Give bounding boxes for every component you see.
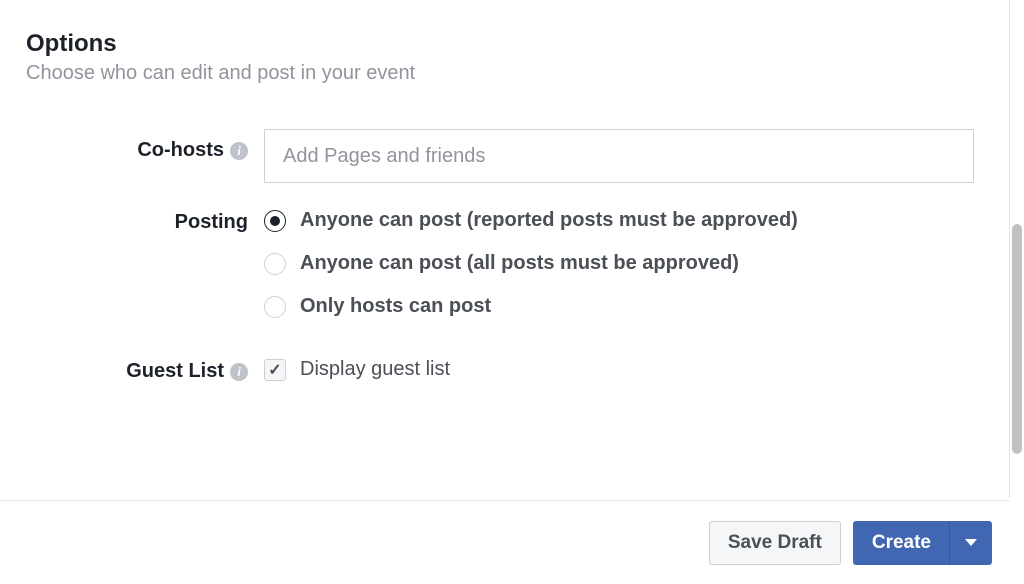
guestlist-label-col: Guest List i — [26, 358, 264, 383]
radio-label: Anyone can post (all posts must be appro… — [300, 252, 739, 275]
footer-bar: Save Draft Create — [0, 500, 1010, 584]
info-icon[interactable]: i — [230, 142, 248, 160]
posting-options: Anyone can post (reported posts must be … — [264, 209, 974, 318]
guestlist-label: Guest List — [126, 360, 224, 383]
radio-icon — [264, 253, 286, 275]
guestlist-control: Display guest list — [264, 358, 974, 381]
posting-label-col: Posting — [26, 209, 264, 234]
radio-icon — [264, 296, 286, 318]
posting-option-anyone-all[interactable]: Anyone can post (all posts must be appro… — [264, 252, 974, 275]
options-panel: Options Choose who can edit and post in … — [0, 0, 1010, 498]
info-icon[interactable]: i — [230, 363, 248, 381]
posting-option-hosts-only[interactable]: Only hosts can post — [264, 295, 974, 318]
save-draft-button[interactable]: Save Draft — [709, 521, 841, 565]
cohosts-input[interactable] — [264, 129, 974, 183]
checkbox-icon — [264, 359, 286, 381]
cohosts-label-col: Co-hosts i — [26, 129, 264, 162]
create-button[interactable]: Create — [853, 521, 950, 565]
caret-down-icon — [965, 539, 977, 546]
section-subtitle: Choose who can edit and post in your eve… — [26, 62, 977, 85]
cohosts-label: Co-hosts — [137, 139, 224, 162]
posting-label: Posting — [175, 211, 248, 234]
create-dropdown-button[interactable] — [950, 521, 992, 565]
cohosts-row: Co-hosts i — [26, 129, 977, 183]
posting-row: Posting Anyone can post (reported posts … — [26, 209, 977, 318]
guestlist-row: Guest List i Display guest list — [26, 358, 977, 383]
radio-icon — [264, 210, 286, 232]
scrollbar-thumb[interactable] — [1012, 224, 1022, 454]
display-guestlist-checkbox[interactable]: Display guest list — [264, 358, 974, 381]
section-title: Options — [26, 30, 977, 58]
posting-option-anyone-reported[interactable]: Anyone can post (reported posts must be … — [264, 209, 974, 232]
cohosts-control — [264, 129, 974, 183]
radio-label: Only hosts can post — [300, 295, 491, 318]
checkbox-label: Display guest list — [300, 358, 450, 381]
radio-label: Anyone can post (reported posts must be … — [300, 209, 798, 232]
create-button-group: Create — [853, 521, 992, 565]
